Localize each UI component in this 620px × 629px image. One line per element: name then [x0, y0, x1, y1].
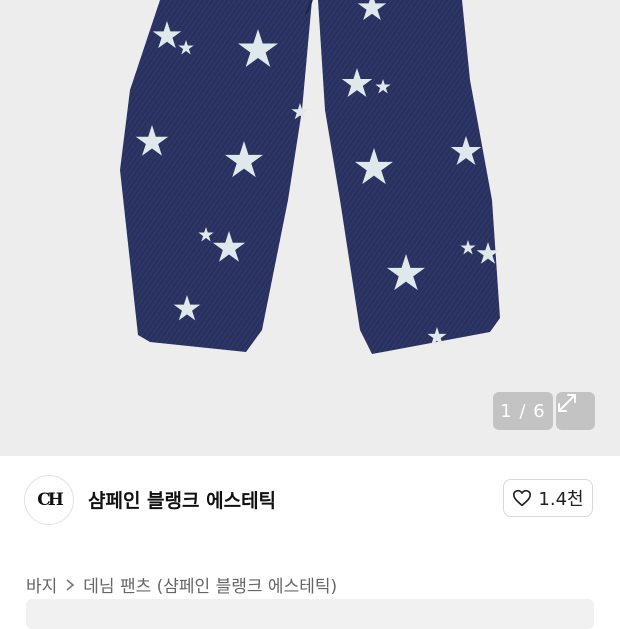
brand-row[interactable]: CH 샴페인 블랭크 에스테틱 1.4천 [0, 456, 620, 544]
like-count: 1.4천 [538, 489, 584, 510]
expand-image-button[interactable] [556, 392, 595, 430]
breadcrumb-product[interactable]: 데님 팬츠 (샴페인 블랭크 에스테틱) [83, 572, 337, 597]
product-image-gallery[interactable]: 1 / 6 [0, 0, 620, 456]
product-image-denim-pants [120, 0, 500, 354]
breadcrumb: 바지 데님 팬츠 (샴페인 블랭크 에스테틱) [26, 572, 337, 597]
brand-logo[interactable]: CH [24, 475, 74, 525]
heart-outline-icon [513, 489, 532, 507]
brand-name[interactable]: 샴페인 블랭크 에스테틱 [88, 486, 276, 513]
info-box [26, 599, 594, 629]
image-counter: 1 / 6 [493, 392, 553, 430]
expand-arrows-icon [558, 394, 576, 412]
brand-logo-text: CH [37, 490, 64, 510]
brand-like-button[interactable]: 1.4천 [503, 479, 593, 517]
chevron-right-icon [66, 578, 75, 591]
breadcrumb-category[interactable]: 바지 [26, 572, 57, 597]
